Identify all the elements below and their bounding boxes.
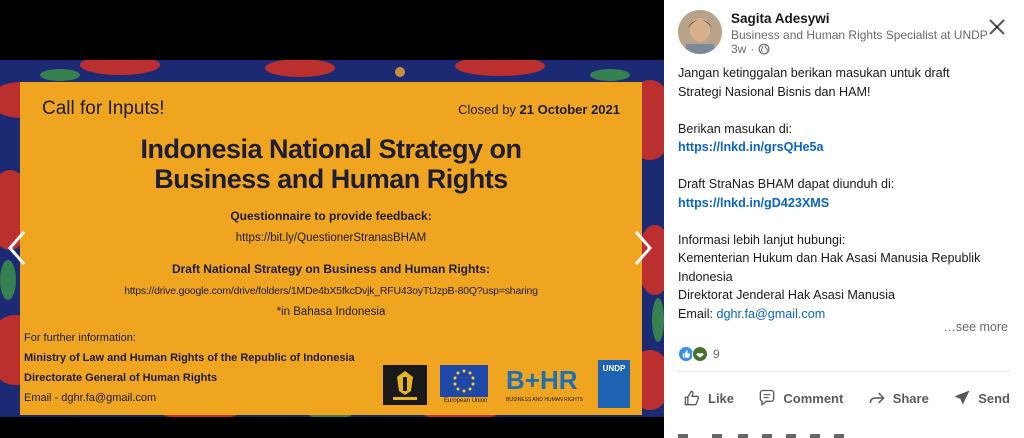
ministry-logo [383, 365, 427, 405]
next-post-preview-icons [678, 434, 844, 438]
questionnaire-url: https://bit.ly/QuestionerStranasBHAM [235, 232, 427, 244]
avatar[interactable] [678, 10, 722, 54]
draft-note: *in Bahasa Indonesia [276, 306, 386, 318]
image-viewer: Call for Inputs! Closed by 21 October 20… [0, 0, 664, 438]
author-headline: Business and Human Rights Specialist at … [731, 28, 988, 42]
poster-title-line1: Indonesia National Strategy on [140, 134, 522, 164]
poster-title-line2: Business and Human Rights [154, 164, 508, 194]
body-line: Kementerian Hukum dan Hak Asasi Manusia … [678, 251, 981, 265]
reaction-count: 9 [713, 347, 720, 361]
ministry-name: Ministry of Law and Human Rights of the … [24, 352, 355, 364]
body-line: Direktorat Jenderal Hak Asasi Manusia [678, 288, 895, 302]
poster-title: Indonesia National Strategy on Business … [20, 134, 642, 194]
undp-logo: UNDP [598, 360, 630, 408]
close-button[interactable] [988, 18, 1006, 36]
separator-dot: · [750, 42, 755, 56]
undp-text: UNDP [602, 364, 626, 373]
reactions-summary[interactable]: 9 [678, 346, 720, 362]
post-panel: Sagita Adesywi Business and Human Rights… [664, 0, 1024, 438]
send-button[interactable]: Send [948, 384, 1014, 412]
comment-label: Comment [783, 390, 844, 406]
post-meta: 3w · [731, 42, 770, 56]
share-button[interactable]: Share [863, 384, 933, 412]
share-label: Share [892, 390, 929, 406]
divider [678, 371, 1010, 372]
like-label: Like [708, 390, 735, 406]
post-body: Jangan ketinggalan berikan masukan untuk… [678, 64, 1014, 323]
body-line: Informasi lebih lanjut hubungi: [678, 232, 846, 247]
post-time: 3w [731, 42, 747, 56]
close-icon [989, 19, 1005, 35]
comment-icon [760, 389, 775, 407]
poster: Call for Inputs! Closed by 21 October 20… [20, 82, 642, 415]
like-button[interactable]: Like [678, 384, 738, 412]
closed-date: 21 October 2021 [519, 102, 620, 117]
body-line: Berikan masukan di: [678, 121, 793, 136]
send-label: Send [978, 390, 1010, 406]
poster-closed-date: Closed by 21 October 2021 [458, 102, 620, 117]
bhr-logo: B+HR BUSINESS AND HUMAN RIGHTS [504, 365, 584, 405]
questionnaire-heading: Questionnaire to provide feedback: [230, 209, 432, 223]
body-line: Jangan ketinggalan berikan masukan untuk… [678, 66, 950, 80]
download-link[interactable]: https://lnkd.in/gD423XMS [678, 194, 1014, 213]
email-link[interactable]: dghr.fa@gmail.com [717, 307, 826, 321]
draft-url: https://drive.google.com/drive/folders/1… [124, 285, 538, 297]
draft-heading: Draft National Strategy on Business and … [171, 262, 491, 276]
support-reaction-icon [692, 346, 708, 362]
send-icon [954, 390, 970, 405]
body-line: Indonesia [678, 269, 733, 284]
globe-icon [758, 43, 770, 55]
comment-button[interactable]: Comment [753, 384, 847, 412]
body-line: Strategi Nasional Bisnis dan HAM! [678, 84, 871, 99]
poster-email: Email - dghr.fa@gmail.com [24, 392, 157, 404]
directorate-name: Directorate General of Human Rights [24, 372, 218, 384]
body-line: Draft StraNas BHAM dapat diunduh di: [678, 177, 895, 191]
action-bar: Like Comment Share Send [678, 384, 1014, 412]
poster-call-title: Call for Inputs! [42, 98, 165, 119]
chevron-left-icon [8, 231, 26, 265]
eu-logo: European Union [440, 365, 488, 405]
thumbs-up-icon [684, 390, 700, 406]
bhr-caption: BUSINESS AND HUMAN RIGHTS [506, 397, 583, 403]
author-name[interactable]: Sagita Adesywi [731, 11, 830, 26]
chevron-right-icon [634, 231, 652, 265]
next-image-button[interactable] [630, 228, 654, 268]
info-heading: For further information: [24, 332, 136, 344]
see-more-button[interactable]: …see more [943, 320, 1008, 334]
bhr-text: B+HR [506, 365, 578, 395]
feedback-link[interactable]: https://lnkd.in/grsQHe5a [678, 138, 1014, 157]
share-icon [869, 392, 885, 404]
email-label: Email: [678, 306, 717, 321]
eu-caption: European Union [444, 398, 488, 404]
closed-prefix: Closed by [458, 102, 520, 117]
previous-image-button[interactable] [6, 228, 30, 268]
